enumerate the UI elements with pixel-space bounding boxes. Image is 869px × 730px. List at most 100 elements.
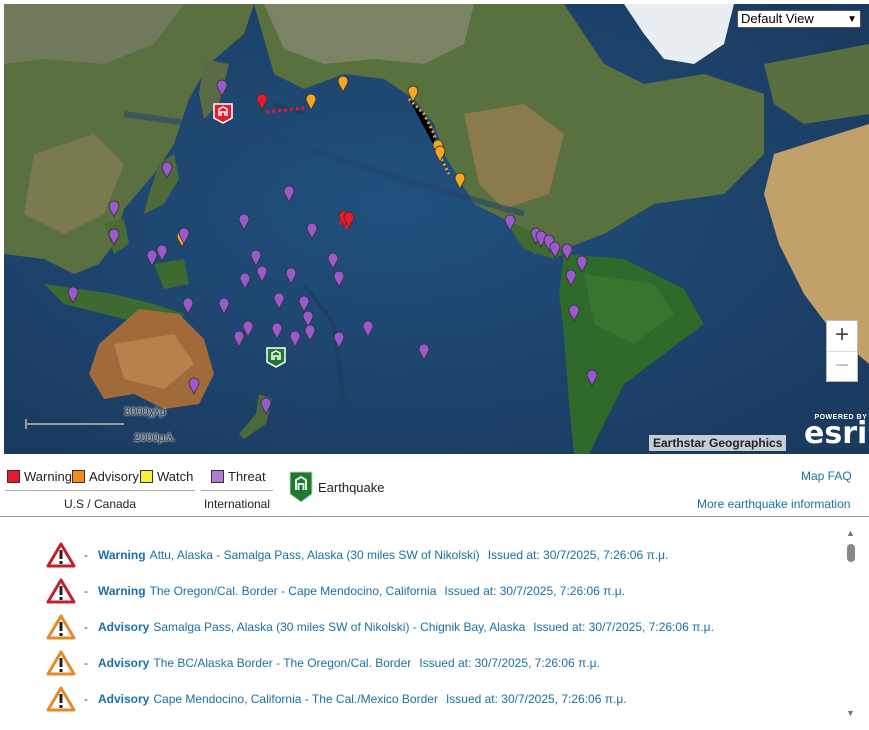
alert-issued-time: Issued at: 30/7/2025, 7:26:06 π.μ.	[487, 548, 669, 562]
alert-issued-time: Issued at: 30/7/2025, 7:26:06 π.μ.	[419, 656, 600, 670]
scale-label-mi: 2000μιλ.	[134, 432, 176, 444]
alert-issued-time: Issued at: 30/7/2025, 7:26:06 π.μ.	[445, 692, 627, 706]
threat-marker[interactable]	[568, 304, 580, 322]
alert-row[interactable]: - Warning Attu, Alaska - Samalga Pass, Ala…	[46, 542, 668, 568]
map-basemap	[4, 4, 869, 454]
alert-list: - Warning Attu, Alaska - Samalga Pass, Ala…	[0, 526, 869, 726]
threat-marker[interactable]	[327, 252, 339, 270]
threat-marker[interactable]	[67, 286, 79, 304]
alert-level: Advisory	[98, 620, 150, 634]
advisory-swatch	[72, 470, 85, 483]
threat-marker[interactable]	[182, 297, 194, 315]
tsunami-map[interactable]: Default View ▼ + − 3000χλμ 2000μιλ. Eart…	[4, 4, 869, 454]
alert-region[interactable]: Attu, Alaska - Samalga Pass, Alaska (30 …	[150, 548, 480, 562]
threat-marker[interactable]	[289, 330, 301, 348]
threat-marker[interactable]	[271, 322, 283, 340]
alert-level: Warning	[98, 584, 146, 598]
threat-marker[interactable]	[333, 270, 345, 288]
alert-level: Advisory	[98, 656, 150, 670]
warning-triangle-icon	[46, 542, 76, 568]
alert-list-scrollbar[interactable]: ▲ ▼	[842, 526, 862, 722]
threat-marker[interactable]	[561, 243, 573, 261]
advisory-triangle-icon	[46, 614, 76, 640]
threat-marker[interactable]	[161, 161, 173, 179]
scroll-down-icon[interactable]: ▼	[846, 708, 855, 718]
chevron-down-icon: ▼	[847, 14, 857, 25]
alert-issued-time: Issued at: 30/7/2025, 7:26:06 π.μ.	[444, 584, 626, 598]
earthquake-marker-pacific[interactable]	[265, 346, 287, 368]
watch-swatch	[140, 470, 153, 483]
advisory-marker[interactable]	[305, 93, 317, 111]
threat-marker[interactable]	[306, 222, 318, 240]
threat-marker[interactable]	[549, 241, 561, 259]
threat-swatch	[211, 470, 224, 483]
threat-marker[interactable]	[504, 214, 516, 232]
separator-dash: -	[84, 656, 88, 670]
group-label-us-canada: U.S / Canada	[63, 497, 137, 511]
advisory-marker[interactable]	[454, 172, 466, 190]
scale-label-km: 3000χλμ	[124, 406, 167, 418]
threat-marker[interactable]	[216, 79, 228, 97]
threat-marker[interactable]	[586, 369, 598, 387]
alert-region[interactable]: The Oregon/Cal. Border - Cape Mendocino,…	[150, 584, 437, 598]
threat-marker[interactable]	[178, 227, 190, 245]
legend-earthquake: Earthquake	[318, 480, 385, 495]
advisory-triangle-icon	[46, 686, 76, 712]
threat-marker[interactable]	[108, 228, 120, 246]
warning-marker[interactable]	[256, 93, 268, 111]
more-earthquake-info-link[interactable]: More earthquake information	[697, 497, 850, 511]
threat-marker[interactable]	[283, 185, 295, 203]
threat-marker[interactable]	[285, 267, 297, 285]
legend-warning: Warning	[7, 469, 72, 484]
earthquake-legend-icon	[289, 471, 313, 503]
group-label-international: International	[203, 497, 271, 511]
separator-dash: -	[84, 692, 88, 706]
threat-marker[interactable]	[239, 272, 251, 290]
threat-marker[interactable]	[156, 244, 168, 262]
scroll-thumb[interactable]	[847, 544, 855, 562]
threat-marker[interactable]	[576, 255, 588, 273]
threat-marker[interactable]	[333, 331, 345, 349]
alert-row[interactable]: - Warning The Oregon/Cal. Border - Cape Me…	[46, 578, 625, 604]
threat-marker[interactable]	[260, 397, 272, 415]
view-select[interactable]: Default View ▼	[737, 10, 861, 28]
scroll-up-icon[interactable]: ▲	[846, 528, 855, 538]
esri-logo: POWERED BY esri	[804, 414, 868, 451]
alert-row[interactable]: - Advisory Samalga Pass, Alaska (30 miles …	[46, 614, 714, 640]
legend-advisory: Advisory	[72, 469, 139, 484]
threat-marker[interactable]	[256, 265, 268, 283]
alert-level: Advisory	[98, 692, 150, 706]
separator-dash: -	[84, 620, 88, 634]
alert-region[interactable]: Samalga Pass, Alaska (30 miles SW of Nik…	[153, 620, 525, 634]
warning-marker[interactable]	[343, 211, 355, 229]
alert-region[interactable]: Cape Mendocino, California - The Cal./Me…	[153, 692, 438, 706]
zoom-control: + −	[826, 320, 858, 382]
threat-marker[interactable]	[238, 213, 250, 231]
threat-marker[interactable]	[362, 320, 374, 338]
divider	[5, 490, 195, 491]
alert-row[interactable]: - Advisory The BC/Alaska Border - The Oreg…	[46, 650, 600, 676]
threat-marker[interactable]	[188, 377, 200, 395]
alert-row[interactable]: - Advisory Cape Mendocino, California - Th…	[46, 686, 627, 712]
warning-triangle-icon	[46, 578, 76, 604]
alert-region[interactable]: The BC/Alaska Border - The Oregon/Cal. B…	[153, 656, 411, 670]
earthquake-marker-aleutian[interactable]	[212, 102, 234, 124]
map-faq-link[interactable]: Map FAQ	[801, 469, 852, 483]
threat-marker[interactable]	[273, 292, 285, 310]
advisory-marker[interactable]	[434, 145, 446, 163]
map-legend: Warning Advisory Watch Threat U.S / Cana…	[0, 466, 869, 518]
warning-swatch	[7, 470, 20, 483]
legend-threat: Threat	[211, 469, 266, 484]
zoom-out-button[interactable]: −	[827, 352, 857, 382]
threat-marker[interactable]	[418, 343, 430, 361]
advisory-marker[interactable]	[337, 75, 349, 93]
advisory-marker[interactable]	[407, 85, 419, 103]
divider	[0, 516, 869, 517]
threat-marker[interactable]	[218, 297, 230, 315]
threat-marker[interactable]	[304, 324, 316, 342]
separator-dash: -	[84, 548, 88, 562]
threat-marker[interactable]	[233, 330, 245, 348]
zoom-in-button[interactable]: +	[827, 321, 857, 352]
threat-marker[interactable]	[565, 269, 577, 287]
threat-marker[interactable]	[108, 200, 120, 218]
